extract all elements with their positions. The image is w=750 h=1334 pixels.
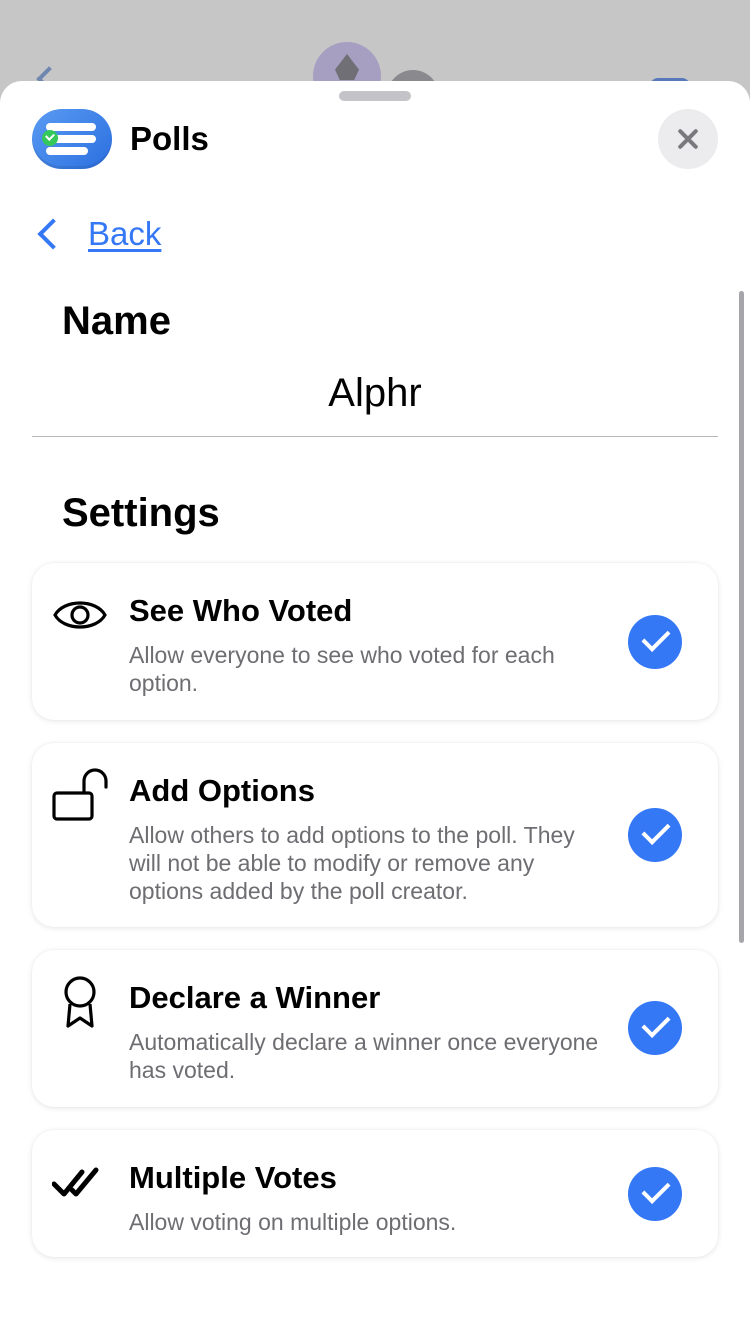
scrollbar[interactable] (739, 291, 744, 943)
back-label: Back (88, 215, 162, 252)
setting-see-who-voted[interactable]: See Who Voted Allow everyone to see who … (32, 563, 718, 720)
back-link[interactable]: Back (34, 215, 161, 253)
chevron-left-icon (37, 218, 69, 250)
app-title: Polls (130, 120, 209, 157)
setting-add-options[interactable]: Add Options Allow others to add options … (32, 743, 718, 927)
setting-description: Allow others to add options to the poll.… (129, 822, 575, 904)
setting-title: See Who Voted (129, 593, 353, 628)
poll-name-field[interactable]: Alphr (32, 371, 718, 416)
checkmark-icon[interactable] (628, 615, 682, 669)
setting-title: Add Options (129, 773, 315, 808)
double-check-icon (52, 1167, 99, 1197)
setting-description: Allow everyone to see who voted for each… (129, 642, 555, 696)
checkmark-icon[interactable] (628, 1001, 682, 1055)
setting-declare-winner[interactable]: Declare a Winner Automatically declare a… (32, 950, 718, 1107)
app-header: Polls (32, 109, 209, 169)
setting-title: Multiple Votes (129, 1160, 337, 1195)
sheet-grabber[interactable] (339, 91, 411, 101)
setting-description: Allow voting on multiple options. (129, 1209, 457, 1235)
checkmark-icon[interactable] (628, 808, 682, 862)
eye-icon (53, 601, 107, 629)
setting-multiple-votes[interactable]: Multiple Votes Allow voting on multiple … (32, 1130, 718, 1257)
unlock-icon (52, 768, 108, 821)
polls-list-icon (32, 109, 112, 169)
name-divider (32, 436, 718, 437)
name-heading: Name (62, 299, 171, 343)
close-button[interactable] (658, 109, 718, 169)
setting-title: Declare a Winner (129, 980, 381, 1015)
award-ribbon-icon (64, 976, 96, 1028)
checkmark-icon[interactable] (628, 1167, 682, 1221)
settings-heading: Settings (62, 491, 220, 535)
polls-sheet: Polls Back Name Alphr Settings See Who V… (0, 81, 750, 1334)
setting-description: Automatically declare a winner once ever… (129, 1029, 599, 1083)
